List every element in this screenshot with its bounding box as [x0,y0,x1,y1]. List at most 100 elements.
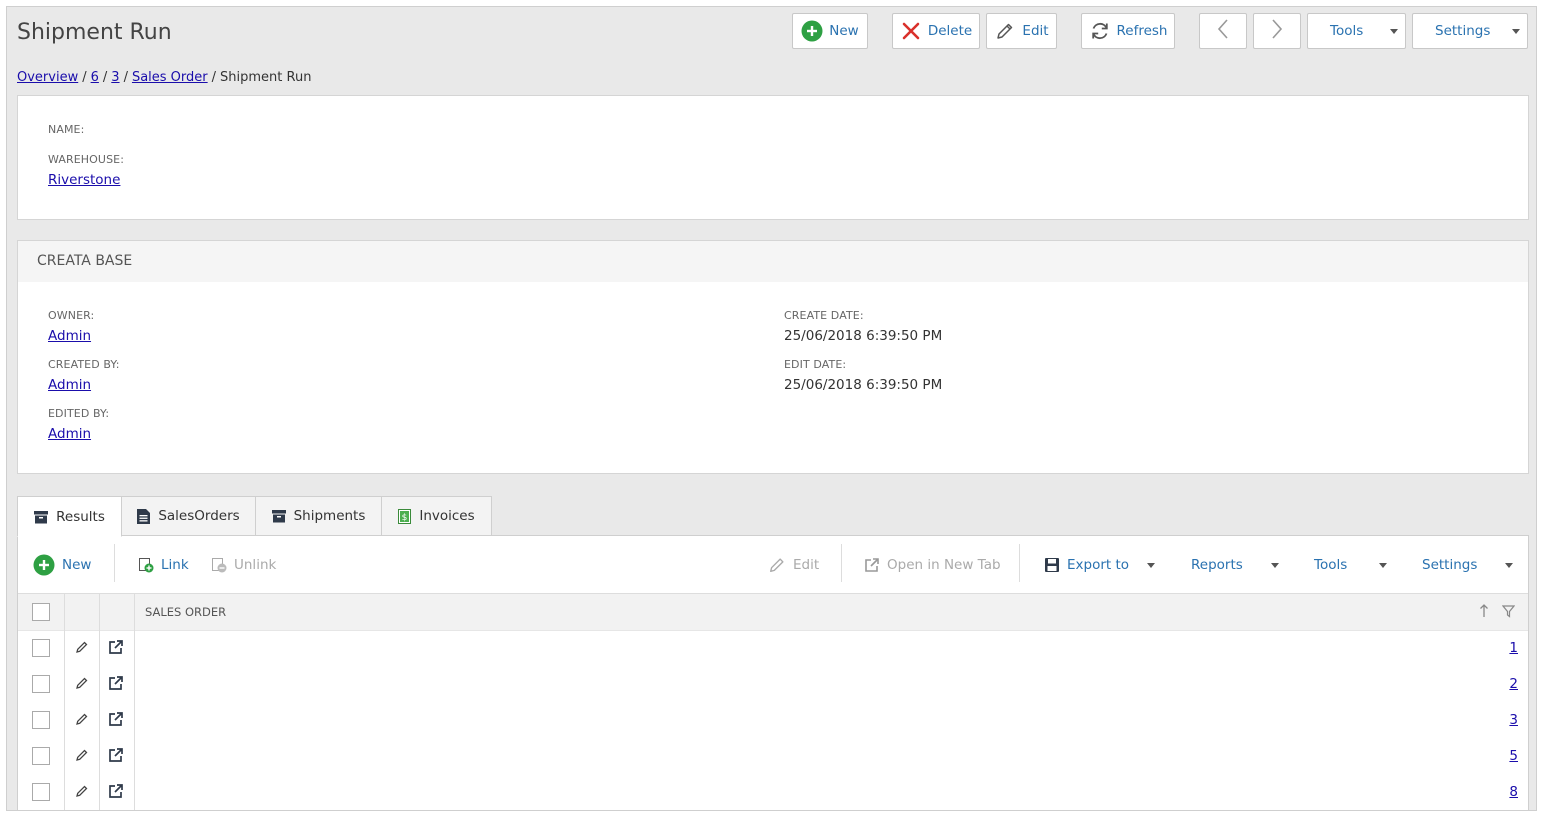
sales-order-link[interactable]: 8 [1509,784,1518,800]
external-link-icon [864,557,880,573]
breadcrumb-current: Shipment Run [220,70,312,85]
creata-base-panel: CREATA BASE OWNER: Admin CREATED BY: Adm… [17,240,1529,474]
settings-dropdown[interactable]: Settings [1412,13,1528,49]
new-button[interactable]: New [792,13,868,49]
tools-dropdown-label: Tools [1330,23,1364,39]
tab-results[interactable]: Results [17,496,122,537]
details-panel: NAME: WAREHOUSE: Riverstone [17,95,1529,220]
plus-circle-icon [801,20,823,42]
delete-button[interactable]: Delete [892,13,980,49]
edit-button-label: Edit [1022,23,1049,39]
create-date-label: CREATE DATE: [784,309,864,322]
sales-order-link[interactable]: 1 [1509,640,1518,656]
breadcrumb-link-sales-order[interactable]: Sales Order [132,70,208,85]
owner-label: OWNER: [48,309,95,322]
grid-header: SALES ORDER [18,593,1528,631]
create-date-value: 25/06/2018 6:39:50 PM [784,328,943,344]
breadcrumb-link-6[interactable]: 6 [91,70,99,85]
table-row: 5 [18,739,1528,775]
grid-edit-button[interactable]: Edit [768,551,819,579]
caret-down-icon [1390,29,1398,34]
breadcrumb-separator: / [102,70,108,85]
edited-by-link[interactable]: Admin [48,426,91,442]
column-header-sales-order[interactable]: SALES ORDER [145,605,226,619]
breadcrumb-separator: / [123,70,128,85]
breadcrumb-link-3[interactable]: 3 [111,70,119,85]
edit-button[interactable]: Edit [986,13,1057,49]
created-by-link[interactable]: Admin [48,377,91,393]
grid-edit-label: Edit [793,557,820,573]
grid-tools-dropdown[interactable]: Tools [1314,551,1347,579]
row-checkbox[interactable] [32,639,50,657]
svg-text:$: $ [402,513,408,523]
tab-label: Invoices [419,508,475,524]
link-button[interactable]: Link [138,551,189,579]
next-button[interactable] [1253,13,1301,49]
new-button-label: New [829,23,859,39]
divider [114,544,115,582]
tab-invoices[interactable]: $ Invoices [381,496,492,536]
grid-settings-label: Settings [1422,557,1478,573]
pencil-icon [994,20,1016,42]
settings-dropdown-label: Settings [1435,23,1491,39]
pencil-icon[interactable] [75,676,89,694]
refresh-icon [1089,20,1111,42]
pencil-icon[interactable] [75,712,89,730]
save-icon [1044,557,1060,573]
row-checkbox[interactable] [32,783,50,801]
chevron-right-icon [1270,18,1284,44]
reports-dropdown[interactable]: Reports [1191,551,1243,579]
plus-circle-icon [33,554,55,576]
name-label: NAME: [48,123,85,136]
table-row: 3 [18,703,1528,739]
select-all-checkbox[interactable] [32,603,50,621]
row-checkbox[interactable] [32,711,50,729]
previous-button[interactable] [1199,13,1247,49]
row-checkbox[interactable] [32,675,50,693]
divider [1019,544,1020,582]
warehouse-link[interactable]: Riverstone [48,172,120,188]
open-in-new-tab-button[interactable]: Open in New Tab [864,551,1001,579]
tab-label: Results [56,508,105,525]
unlink-button[interactable]: Unlink [211,551,276,579]
sales-order-link[interactable]: 3 [1509,712,1518,728]
grid-new-button[interactable]: New [33,551,91,579]
external-link-icon[interactable] [108,639,124,659]
tools-dropdown[interactable]: Tools [1307,13,1406,49]
filter-icon[interactable] [1501,605,1516,622]
pencil-icon[interactable] [75,784,89,802]
pencil-icon[interactable] [75,640,89,658]
delete-button-label: Delete [927,23,973,39]
pencil-icon[interactable] [75,748,89,766]
grid-settings-dropdown[interactable]: Settings [1422,551,1477,579]
page-title: Shipment Run [17,20,172,45]
row-checkbox[interactable] [32,747,50,765]
edit-date-value: 25/06/2018 6:39:50 PM [784,377,943,393]
breadcrumb-link-overview[interactable]: Overview [17,70,78,85]
panel-heading: CREATA BASE [37,253,133,269]
external-link-icon[interactable] [108,747,124,767]
edit-date-label: EDIT DATE: [784,358,847,371]
export-to-dropdown[interactable]: Export to [1044,551,1129,579]
breadcrumb: Overview/6/3/Sales Order / Shipment Run [17,70,311,85]
refresh-button[interactable]: Refresh [1081,13,1175,49]
external-link-icon[interactable] [108,675,124,695]
archive-icon [271,509,286,523]
external-link-icon[interactable] [108,783,124,803]
sales-order-link[interactable]: 5 [1509,748,1518,764]
panel-header: CREATA BASE [18,241,1528,282]
unlink-label: Unlink [234,557,277,573]
owner-link[interactable]: Admin [48,328,91,344]
tab-salesorders[interactable]: SalesOrders [121,496,256,536]
refresh-button-label: Refresh [1116,23,1168,39]
chevron-left-icon [1216,18,1230,44]
sort-arrow-up-icon[interactable] [1479,604,1489,622]
caret-down-icon [1147,563,1155,568]
caret-down-icon [1271,563,1279,568]
table-row: 2 [18,667,1528,703]
breadcrumb-separator: / [82,70,87,85]
tab-shipments[interactable]: Shipments [255,496,382,536]
sales-order-link[interactable]: 2 [1509,676,1518,692]
close-icon [900,20,922,42]
external-link-icon[interactable] [108,711,124,731]
